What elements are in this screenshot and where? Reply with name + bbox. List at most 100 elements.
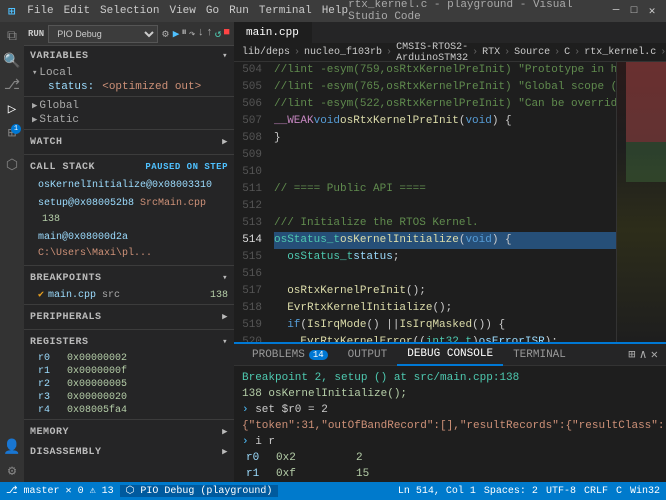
- minimize-button[interactable]: ─: [610, 5, 622, 17]
- local-status-value: <optimized out>: [102, 81, 201, 93]
- breakpoint-src: src: [102, 290, 120, 301]
- minimap: [616, 62, 666, 342]
- disassembly-collapse-icon: ▶: [222, 447, 228, 457]
- run-label: RUN: [28, 29, 44, 39]
- reg-val-r2: 0x00000005: [67, 379, 127, 390]
- memory-header[interactable]: MEMORY ▶: [24, 422, 234, 442]
- debug-continue-icon[interactable]: ▶: [173, 27, 180, 41]
- menu-go[interactable]: Go: [206, 5, 219, 17]
- global-group[interactable]: ▶ Global: [24, 99, 234, 113]
- status-spaces[interactable]: Spaces: 2: [484, 486, 538, 497]
- breadcrumb-part-4[interactable]: Source: [514, 47, 550, 58]
- status-errors[interactable]: 0: [78, 486, 84, 497]
- tab-debug-console[interactable]: DEBUG CONSOLE: [397, 344, 503, 366]
- debug-toolbar: RUN PIO Debug ⚙ ▶ ⏸ ↷ ↓ ↑ ↺ ■: [24, 22, 234, 46]
- status-encoding[interactable]: UTF-8: [546, 486, 576, 497]
- close-button[interactable]: ✕: [646, 5, 658, 17]
- code-line: [274, 147, 616, 164]
- breadcrumb-sep: ›: [386, 47, 392, 58]
- status-eol[interactable]: CRLF: [584, 486, 608, 497]
- breadcrumb-sep: ›: [554, 47, 560, 58]
- panel-close-icon[interactable]: ✕: [651, 347, 658, 362]
- debug-restart-icon[interactable]: ↺: [215, 27, 222, 41]
- static-group[interactable]: ▶ Static: [24, 113, 234, 127]
- tab-main-cpp[interactable]: main.cpp: [234, 22, 312, 43]
- reg-val-r0: 0x00000002: [67, 353, 127, 364]
- breakpoint-item[interactable]: ✔ main.cpp src 138: [24, 288, 234, 302]
- code-line: EvrRtxKernelError((int32_t)osErrorISR);: [274, 334, 616, 342]
- git-branch-label[interactable]: master: [24, 486, 60, 497]
- code-line: [274, 266, 616, 283]
- disassembly-header[interactable]: DISASSEMBLY ▶: [24, 442, 234, 462]
- breadcrumb-part-1[interactable]: nucleo_f103rb: [304, 47, 382, 58]
- code-line: //lint -esym(759,osRtxKernelPreInit) "Pr…: [274, 62, 616, 79]
- debug-config-select[interactable]: PIO Debug: [48, 25, 158, 43]
- status-position[interactable]: Ln 514, Col 1: [398, 486, 476, 497]
- activity-settings[interactable]: ⚙: [1, 460, 23, 482]
- panel-content: Breakpoint 2, setup () at src/main.cpp:1…: [234, 366, 666, 482]
- code-editor[interactable]: 504505506507508 509510511512513 51451551…: [234, 62, 616, 342]
- menu-terminal[interactable]: Terminal: [259, 5, 312, 17]
- debug-stepover-icon[interactable]: ↷: [189, 27, 196, 41]
- tab-terminal[interactable]: TERMINAL: [503, 344, 576, 366]
- callstack-file-2: C:\Users\Maxi\pl...: [38, 248, 152, 259]
- debug-console-label: DEBUG CONSOLE: [407, 348, 493, 360]
- menu-file[interactable]: File: [27, 5, 53, 17]
- activity-files[interactable]: ⧉: [1, 26, 23, 48]
- breadcrumb-part-0[interactable]: lib/deps: [242, 47, 290, 58]
- maximize-button[interactable]: □: [628, 5, 640, 17]
- code-line: /// Initialize the RTOS Kernel.: [274, 215, 616, 232]
- reg-val2-cell: 15: [352, 466, 412, 482]
- activity-pio[interactable]: ⬡: [1, 154, 23, 176]
- watch-header[interactable]: WATCH ▶: [24, 132, 234, 152]
- menu-help[interactable]: Help: [322, 5, 348, 17]
- breadcrumb-part-3[interactable]: RTX: [482, 47, 500, 58]
- activity-extensions[interactable]: ⊞: [1, 122, 23, 144]
- breakpoints-header[interactable]: BREAKPOINTS ▾: [24, 268, 234, 288]
- panel-collapse-icon[interactable]: ∧: [640, 347, 647, 362]
- local-status-item: status: <optimized out>: [24, 80, 234, 94]
- status-warnings[interactable]: 13: [102, 486, 114, 497]
- status-platform[interactable]: Win32: [630, 486, 660, 497]
- breadcrumb-part-2[interactable]: CMSIS-RTOS2-ArduinoSTM32: [396, 42, 468, 64]
- breakpoint-line: 138: [210, 290, 228, 301]
- code-line: osRtxKernelPreInit();: [274, 283, 616, 300]
- activity-search[interactable]: 🔍: [1, 50, 23, 72]
- local-group[interactable]: ▾ Local: [24, 66, 234, 80]
- activity-debug[interactable]: ▷: [1, 98, 23, 120]
- activity-git[interactable]: ⎇: [1, 74, 23, 96]
- callstack-item[interactable]: osKernelInitialize@0x08003310: [24, 177, 234, 195]
- panel-text-0: Breakpoint 2, setup () at src/main.cpp:1…: [242, 372, 519, 384]
- debug-stepout-icon[interactable]: ↑: [206, 27, 213, 41]
- callstack-line-1: 138: [42, 214, 60, 225]
- menu-view[interactable]: View: [169, 5, 195, 17]
- tab-problems[interactable]: PROBLEMS 14: [242, 344, 338, 366]
- callstack-header[interactable]: CALL STACK PAUSED ON STEP: [24, 157, 234, 177]
- debug-stepinto-icon[interactable]: ↓: [198, 27, 205, 41]
- breadcrumb-part-5[interactable]: C: [564, 47, 570, 58]
- variables-header[interactable]: VARIABLES ▾: [24, 46, 234, 66]
- register-item: r40x08005fa4: [24, 404, 234, 417]
- breakpoints-label: BREAKPOINTS: [30, 273, 102, 284]
- peripherals-header[interactable]: PERIPHERALS ▶: [24, 307, 234, 327]
- tab-output[interactable]: OUTPUT: [338, 344, 398, 366]
- panel-layout-icon[interactable]: ⊞: [628, 347, 635, 362]
- debug-pause-icon[interactable]: ⏸: [181, 27, 187, 41]
- status-language[interactable]: C: [616, 486, 622, 497]
- breadcrumb-part-6[interactable]: rtx_kernel.c: [584, 47, 656, 58]
- callstack-item[interactable]: setup@0x080052b8 SrcMain.cpp 138: [24, 195, 234, 229]
- sidebar: RUN PIO Debug ⚙ ▶ ⏸ ↷ ↓ ↑ ↺ ■ VARIA: [24, 22, 234, 482]
- menu-selection[interactable]: Selection: [100, 5, 159, 17]
- menu-edit[interactable]: Edit: [64, 5, 90, 17]
- breakpoints-section: BREAKPOINTS ▾ ✔ main.cpp src 138: [24, 268, 234, 302]
- window-controls: ─ □ ✕: [610, 5, 658, 17]
- status-debug-label[interactable]: ⬡ PIO Debug (playground): [120, 485, 279, 497]
- line-numbers: 504505506507508 509510511512513 51451551…: [234, 62, 270, 342]
- callstack-item[interactable]: main@0x08000d2a C:\Users\Maxi\pl...: [24, 229, 234, 263]
- menu-run[interactable]: Run: [229, 5, 249, 17]
- debug-stop-icon[interactable]: ■: [223, 27, 230, 41]
- registers-header[interactable]: REGISTERS ▾: [24, 332, 234, 352]
- local-expand-icon: ▾: [32, 68, 37, 78]
- activity-accounts[interactable]: 👤: [1, 436, 23, 458]
- debug-settings-icon[interactable]: ⚙: [162, 27, 169, 41]
